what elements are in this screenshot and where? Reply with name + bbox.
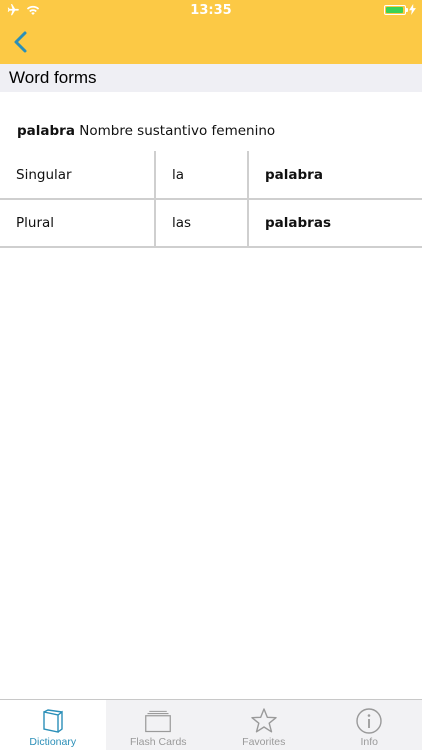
tab-label: Favorites (242, 736, 286, 748)
tab-bar: Dictionary Flash Cards Favorites Info (0, 699, 422, 750)
tab-favorites[interactable]: Favorites (211, 700, 317, 750)
word-description: Nombre sustantivo femenino (79, 123, 276, 139)
form-label-cell: Plural (0, 199, 156, 248)
form-label-cell: Singular (0, 151, 156, 200)
status-bar: 13:35 (0, 0, 422, 22)
section-header: Word forms (0, 64, 422, 92)
form-article-cell: las (155, 199, 249, 248)
navigation-bar (0, 22, 422, 64)
chevron-left-icon (14, 31, 27, 53)
table-row: Plural las palabras (0, 199, 422, 248)
table-row: Singular la palabra (0, 151, 422, 200)
back-button[interactable] (8, 28, 36, 56)
form-article-cell: la (155, 151, 249, 200)
status-right (384, 4, 416, 15)
battery-fill (386, 6, 404, 13)
section-title: Word forms (9, 68, 97, 87)
status-time: 13:35 (190, 3, 232, 18)
cards-icon (145, 710, 172, 733)
form-word-cell: palabras (248, 199, 422, 248)
word-lemma: palabra (17, 123, 75, 139)
book-icon (43, 709, 63, 733)
tab-label: Dictionary (29, 736, 77, 748)
battery-icon (384, 4, 408, 15)
tab-info[interactable]: Info (317, 700, 422, 750)
tab-label: Flash Cards (129, 736, 187, 748)
form-word-cell: palabra (248, 151, 422, 200)
info-icon (356, 708, 382, 734)
tab-label: Info (360, 736, 378, 748)
tab-flash-cards[interactable]: Flash Cards (106, 700, 212, 750)
word-forms-table: Singular la palabra Plural las palabras (0, 151, 422, 248)
tab-dictionary[interactable]: Dictionary (0, 700, 106, 750)
charging-bolt-icon (409, 4, 416, 15)
star-icon (251, 708, 277, 733)
word-summary: palabra Nombre sustantivo femenino (17, 123, 275, 139)
